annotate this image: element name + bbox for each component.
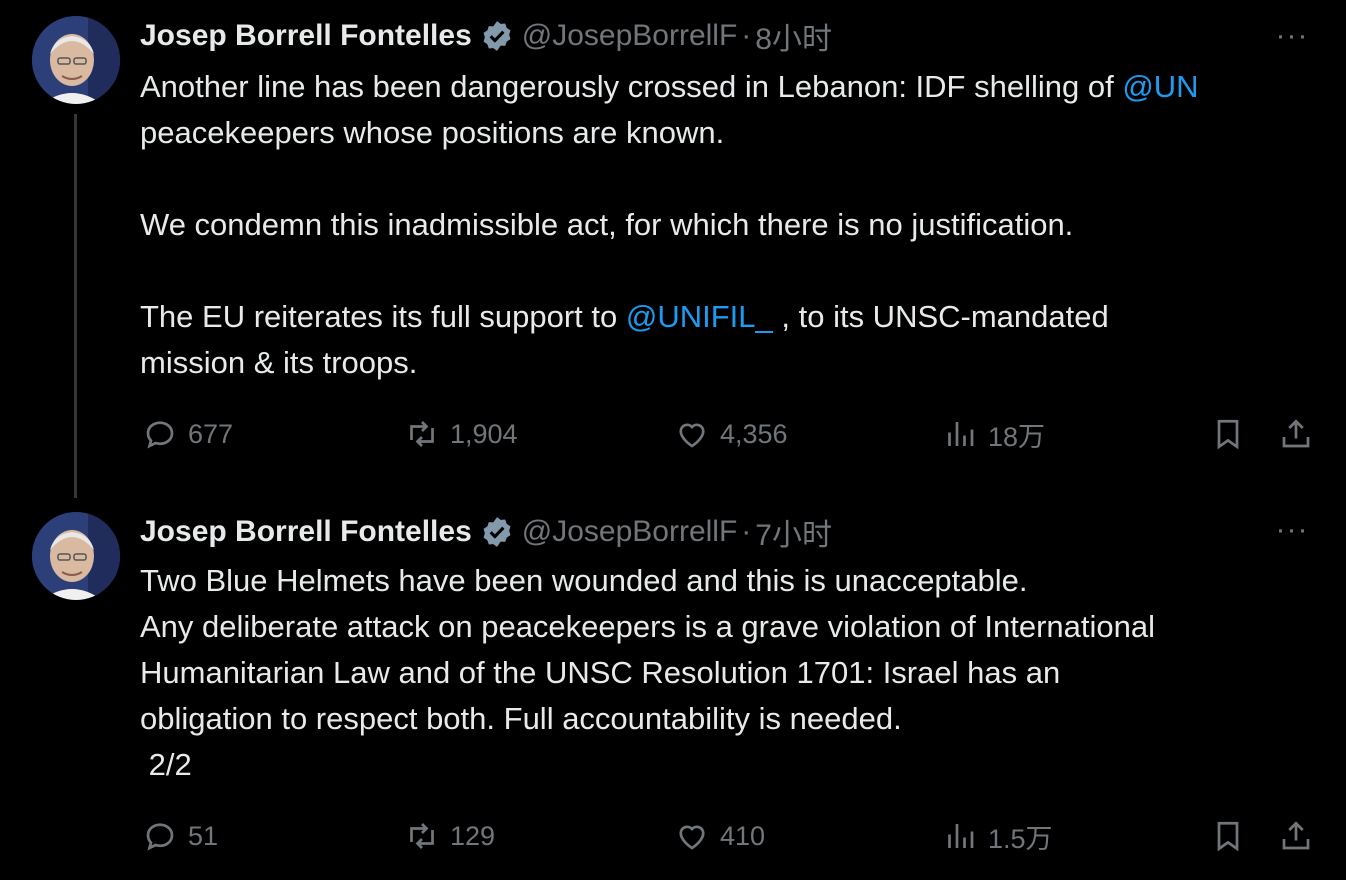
- avatar-image: [32, 16, 120, 104]
- share-icon: [1282, 419, 1310, 448]
- timestamp[interactable]: 7小时: [755, 510, 832, 554]
- views-count: 18万: [988, 421, 1046, 452]
- more-options-icon[interactable]: ···: [1272, 515, 1312, 554]
- reply-count: 677: [188, 418, 234, 449]
- views-icon: [948, 824, 974, 848]
- repost-button[interactable]: 129: [404, 816, 495, 856]
- tweet-paragraph: We condemn this inadmissible act, for wh…: [140, 207, 1074, 242]
- views-count: 1.5万: [988, 823, 1053, 854]
- tweet-paragraph: The EU reiterates its full support to @U…: [140, 294, 1330, 340]
- tweet-header: Josep Borrell Fontelles @JosepBorrellF ·…: [140, 16, 832, 56]
- tweet-line: Humanitarian Law and of the UNSC Resolut…: [140, 655, 1061, 690]
- mention-link[interactable]: @UNIFIL_: [626, 299, 773, 334]
- tweet-text-segment: Another line has been dangerously crosse…: [140, 69, 1123, 104]
- views-button[interactable]: 18万: [942, 414, 1045, 454]
- author-handle[interactable]: @JosepBorrellF: [522, 515, 738, 549]
- tweet-line: Any deliberate attack on peacekeepers is…: [140, 609, 1156, 644]
- author-handle[interactable]: @JosepBorrellF: [522, 19, 738, 53]
- tweet-paragraph: Another line has been dangerously crosse…: [140, 64, 1330, 110]
- like-button[interactable]: 410: [674, 816, 765, 856]
- like-count: 4,356: [720, 418, 788, 449]
- tweet-text-segment: The EU reiterates its full support to: [140, 299, 626, 334]
- verified-badge-icon: [483, 21, 511, 51]
- reply-count: 51: [188, 820, 219, 851]
- tweet-text: Another line has been dangerously crosse…: [140, 64, 1330, 386]
- share-button[interactable]: [1278, 816, 1314, 856]
- repost-button[interactable]: 1,904: [404, 414, 518, 454]
- reply-icon: [146, 823, 174, 851]
- tweet-line: Two Blue Helmets have been wounded and t…: [140, 563, 1028, 598]
- separator-dot: ·: [741, 19, 752, 52]
- tweet-paragraph: peacekeepers whose positions are known.: [140, 115, 725, 150]
- tweet-paragraph: mission & its troops.: [140, 345, 418, 380]
- tweet[interactable]: Josep Borrell Fontelles @JosepBorrellF ·…: [0, 0, 1346, 500]
- share-button[interactable]: [1278, 414, 1314, 454]
- repost-count: 1,904: [450, 418, 518, 449]
- repost-count: 129: [450, 820, 496, 851]
- tweet[interactable]: Josep Borrell Fontelles @JosepBorrellF ·…: [0, 500, 1346, 880]
- reply-button[interactable]: 51: [142, 816, 218, 856]
- bookmark-button[interactable]: [1210, 414, 1246, 454]
- author-name[interactable]: Josep Borrell Fontelles: [140, 515, 472, 549]
- bookmark-icon: [1217, 419, 1239, 450]
- author-name[interactable]: Josep Borrell Fontelles: [140, 19, 472, 53]
- tweet-line: 2/2: [140, 747, 192, 782]
- tweet-text: Two Blue Helmets have been wounded and t…: [140, 558, 1330, 788]
- separator-dot: ·: [741, 515, 752, 548]
- avatar-image: [32, 512, 120, 600]
- timestamp[interactable]: 8小时: [755, 14, 832, 58]
- heart-icon: [679, 825, 705, 850]
- like-count: 410: [720, 820, 766, 851]
- tweet-line: obligation to respect both. Full account…: [140, 701, 902, 736]
- action-bar: 677 1,904 4,356 18万: [0, 414, 1346, 454]
- bookmark-icon: [1217, 821, 1239, 852]
- avatar[interactable]: [32, 16, 120, 104]
- views-icon: [948, 422, 974, 446]
- tweet-header: Josep Borrell Fontelles @JosepBorrellF ·…: [140, 512, 832, 552]
- repost-icon: [410, 421, 434, 447]
- reply-button[interactable]: 677: [142, 414, 233, 454]
- tweet-text-segment: , to its UNSC-mandated: [772, 299, 1109, 334]
- share-icon: [1282, 821, 1310, 850]
- like-button[interactable]: 4,356: [674, 414, 788, 454]
- mention-link[interactable]: @UN: [1122, 69, 1198, 104]
- reply-icon: [146, 421, 174, 449]
- verified-badge-icon: [483, 517, 511, 547]
- more-options-icon[interactable]: ···: [1272, 21, 1312, 60]
- avatar[interactable]: [32, 512, 120, 600]
- bookmark-button[interactable]: [1210, 816, 1246, 856]
- action-bar: 51 129 410 1.5万: [0, 816, 1346, 856]
- heart-icon: [679, 423, 705, 448]
- views-button[interactable]: 1.5万: [942, 816, 1053, 856]
- repost-icon: [410, 823, 434, 849]
